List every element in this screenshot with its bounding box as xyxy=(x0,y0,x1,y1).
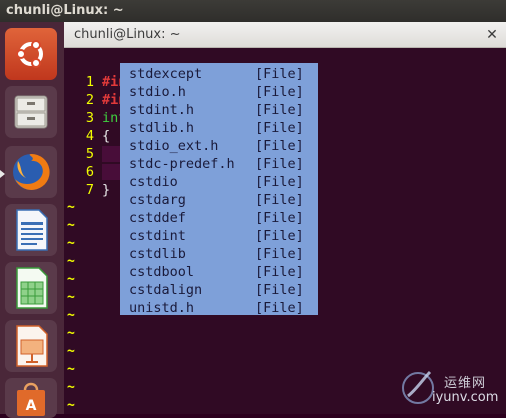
line-number: 1 xyxy=(85,74,94,90)
empty-line-tilde: ~ xyxy=(67,308,75,323)
completion-item-kind: [File] xyxy=(255,300,304,316)
completion-item-name: stdio_ext.h xyxy=(129,138,219,154)
launcher: A xyxy=(0,22,65,418)
svg-text:A: A xyxy=(26,398,37,414)
completion-item[interactable]: stdint.h [File] xyxy=(120,101,318,119)
empty-line-tilde: ~ xyxy=(67,272,75,287)
empty-line-tilde: ~ xyxy=(67,362,75,377)
empty-line-tilde: ~ xyxy=(67,326,75,341)
libreoffice-writer-button[interactable] xyxy=(5,204,57,256)
empty-line-tilde: ~ xyxy=(67,200,75,215)
completion-item-name: cstdarg xyxy=(129,192,186,208)
empty-line-tilde: ~ xyxy=(67,236,75,251)
completion-item-kind: [File] xyxy=(255,246,304,262)
writer-document-icon xyxy=(16,209,48,251)
close-icon[interactable]: ✕ xyxy=(484,27,500,43)
completion-item[interactable]: unistd.h [File] xyxy=(120,299,318,317)
completion-item[interactable]: cstdarg [File] xyxy=(120,191,318,209)
empty-line-tilde: ~ xyxy=(67,398,75,413)
code-token: { xyxy=(102,128,111,144)
shopping-bag-icon: A xyxy=(17,382,45,416)
completion-item[interactable]: cstdint [File] xyxy=(120,227,318,245)
empty-line-tilde: ~ xyxy=(67,218,75,233)
completion-item[interactable]: stdio_ext.h [File] xyxy=(120,137,318,155)
completion-item-name: cstdalign xyxy=(129,282,203,298)
software-center-button[interactable]: A xyxy=(5,378,57,418)
calc-spreadsheet-icon xyxy=(16,267,48,309)
completion-item-name: cstdint xyxy=(129,228,186,244)
terminal-titlebar[interactable]: chunli@Linux: ~ ✕ xyxy=(64,22,506,48)
completion-item-name: stdexcept xyxy=(129,66,203,82)
code-line[interactable]: 7} xyxy=(64,181,110,199)
completion-item[interactable]: stdexcept [File] xyxy=(120,65,318,83)
impress-presentation-icon xyxy=(16,325,48,367)
completion-item-name: unistd.h xyxy=(129,300,195,316)
line-number: 7 xyxy=(85,182,94,198)
panel-title: chunli@Linux: ~ xyxy=(6,3,124,18)
completion-item-name: stdint.h xyxy=(129,102,195,118)
completion-item-kind: [File] xyxy=(255,84,304,100)
completion-item[interactable]: stdc-predef.h [File] xyxy=(120,155,318,173)
completion-item-name: cstddef xyxy=(129,210,186,226)
code-line[interactable]: 4{ xyxy=(64,127,110,145)
empty-line-tilde: ~ xyxy=(67,290,75,305)
firefox-icon xyxy=(13,153,50,190)
line-number: 4 xyxy=(85,128,94,144)
libreoffice-calc-button[interactable] xyxy=(5,262,57,314)
completion-item[interactable]: cstddef [File] xyxy=(120,209,318,227)
completion-item-name: stdlib.h xyxy=(129,120,195,136)
completion-item-kind: [File] xyxy=(255,120,304,136)
file-cabinet-icon xyxy=(14,95,48,129)
line-number: 2 xyxy=(85,92,94,108)
empty-line-tilde: ~ xyxy=(67,380,75,395)
completion-item-kind: [File] xyxy=(255,174,304,190)
completion-item-name: cstdlib xyxy=(129,246,186,262)
empty-line-tilde: ~ xyxy=(67,254,75,269)
completion-item[interactable]: cstdlib [File] xyxy=(120,245,318,263)
watermark: 运维网 iyunv.com xyxy=(398,364,502,410)
completion-popup[interactable]: stdexcept [File] stdio.h [File] stdint.h [Fil… xyxy=(120,63,318,317)
completion-item-name: cstdbool xyxy=(129,264,195,280)
completion-item-kind: [File] xyxy=(255,66,304,82)
watermark-cn-text: 运维网 xyxy=(444,376,487,391)
completion-item-kind: [File] xyxy=(255,192,304,208)
completion-item-kind: [File] xyxy=(255,210,304,226)
completion-item-kind: [File] xyxy=(255,102,304,118)
ubuntu-logo-icon xyxy=(16,40,43,68)
completion-item[interactable]: cstdbool [File] xyxy=(120,263,318,281)
line-number: 3 xyxy=(85,110,94,126)
code-token: } xyxy=(102,182,111,198)
completion-item-name: stdc-predef.h xyxy=(129,156,235,172)
completion-item-kind: [File] xyxy=(255,228,304,244)
line-number: 6 xyxy=(85,164,94,180)
completion-item-name: stdio.h xyxy=(129,84,186,100)
libreoffice-impress-button[interactable] xyxy=(5,320,57,372)
window-title: chunli@Linux: ~ xyxy=(74,27,181,42)
ubuntu-dash-button[interactable] xyxy=(5,28,57,80)
completion-item[interactable]: cstdio [File] xyxy=(120,173,318,191)
watermark-en-text: iyunv.com xyxy=(432,390,499,405)
completion-item[interactable]: cstdalign [File] xyxy=(120,281,318,299)
line-number: 5 xyxy=(85,146,94,162)
completion-item-kind: [File] xyxy=(255,264,304,280)
completion-item-kind: [File] xyxy=(255,138,304,154)
completion-item[interactable]: stdlib.h [File] xyxy=(120,119,318,137)
completion-item[interactable]: stdio.h [File] xyxy=(120,83,318,101)
completion-item-kind: [File] xyxy=(255,282,304,298)
firefox-button[interactable] xyxy=(5,146,57,198)
top-panel: chunli@Linux: ~ xyxy=(0,0,506,22)
completion-item-kind: [File] xyxy=(255,156,304,172)
empty-line-tilde: ~ xyxy=(67,344,75,359)
completion-item-name: cstdio xyxy=(129,174,178,190)
files-button[interactable] xyxy=(5,86,57,138)
